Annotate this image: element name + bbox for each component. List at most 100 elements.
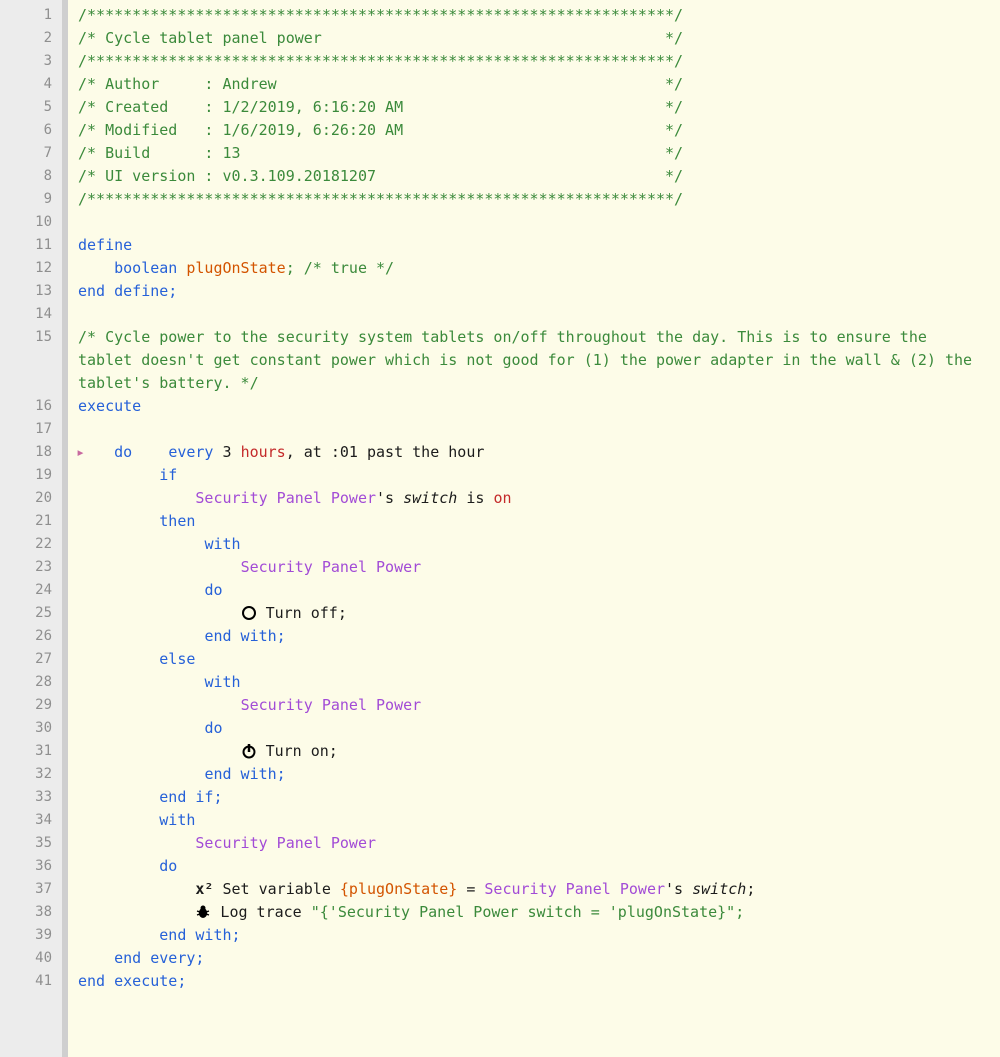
keyword-do: do: [204, 719, 222, 737]
keyword-is: is: [457, 489, 493, 507]
line-number: 37: [0, 878, 62, 901]
line-number: 7: [0, 142, 62, 165]
line-number: 24: [0, 579, 62, 602]
line-number: 8: [0, 165, 62, 188]
line-number: 27: [0, 648, 62, 671]
line-number: 25: [0, 602, 62, 625]
equals-sign: =: [457, 880, 484, 898]
line-number: 31: [0, 740, 62, 763]
line-number: 3: [0, 50, 62, 73]
keyword-end-if: end if;: [159, 788, 222, 806]
action-turn-on: Turn on;: [257, 742, 338, 760]
line-number: 9: [0, 188, 62, 211]
keyword-end-with: end with;: [204, 627, 285, 645]
keyword-if: if: [159, 466, 177, 484]
line-number: 23: [0, 556, 62, 579]
comment-line: /***************************************…: [78, 6, 683, 24]
semicolon: ;: [746, 880, 755, 898]
code-area[interactable]: /***************************************…: [68, 0, 1000, 1057]
line-number: 32: [0, 763, 62, 786]
inline-comment: ; /* true */: [286, 259, 394, 277]
line-number: 10: [0, 211, 62, 234]
line-number: 17: [0, 418, 62, 441]
line-number-gutter: 1 2 3 4 5 6 7 8 9 10 11 12 13 14 15 16 1…: [0, 0, 62, 1057]
keyword-end-every: end every;: [114, 949, 204, 967]
keyword-end-define: end define;: [78, 282, 177, 300]
device-name: Security Panel Power: [241, 696, 422, 714]
keyword-with: with: [159, 811, 195, 829]
attribute-switch: switch: [403, 489, 457, 507]
line-number: 39: [0, 924, 62, 947]
action-turn-off: Turn off;: [257, 604, 347, 622]
posessive: 's: [376, 489, 403, 507]
line-number: 30: [0, 717, 62, 740]
log-string: "{'Security Panel Power switch = 'plugOn…: [311, 903, 744, 921]
every-suffix: , at :01 past the hour: [286, 443, 485, 461]
power-on-icon: [241, 743, 257, 759]
line-number: 38: [0, 901, 62, 924]
set-variable-icon: x²: [195, 880, 213, 898]
line-number: 1: [0, 4, 62, 27]
keyword-every: every: [168, 443, 213, 461]
bug-icon: [195, 904, 211, 920]
keyword-else: else: [159, 650, 195, 668]
line-number: 12: [0, 257, 62, 280]
comment-line: /* Cycle tablet panel power */: [78, 29, 683, 47]
keyword-then: then: [159, 512, 195, 530]
line-number: 41: [0, 970, 62, 993]
line-number: 14: [0, 303, 62, 326]
keyword-end-with: end with;: [159, 926, 240, 944]
line-number: 22: [0, 533, 62, 556]
line-number: 11: [0, 234, 62, 257]
line-number: 16: [0, 395, 62, 418]
keyword-end-execute: end execute;: [78, 972, 186, 990]
bookmark-icon[interactable]: ▸: [76, 441, 85, 464]
state-on: on: [493, 489, 511, 507]
line-number: 34: [0, 809, 62, 832]
line-number: 13: [0, 280, 62, 303]
keyword-do: do: [204, 581, 222, 599]
comment-line: /* Modified : 1/6/2019, 6:26:20 AM */: [78, 121, 683, 139]
posessive: 's: [665, 880, 692, 898]
line-number: 33: [0, 786, 62, 809]
device-name: Security Panel Power: [195, 489, 376, 507]
code-editor: 1 2 3 4 5 6 7 8 9 10 11 12 13 14 15 16 1…: [0, 0, 1000, 1057]
block-comment: /* Cycle power to the security system ta…: [78, 326, 978, 395]
unit-hours: hours: [241, 443, 286, 461]
keyword-with: with: [204, 535, 240, 553]
keyword-boolean: boolean: [114, 259, 177, 277]
action-set-variable: Set variable: [213, 880, 339, 898]
variable-braced: {plugOnState}: [340, 880, 457, 898]
keyword-define: define: [78, 236, 132, 254]
literal-number: 3: [223, 443, 232, 461]
keyword-with: with: [204, 673, 240, 691]
line-number: 6: [0, 119, 62, 142]
line-number: 19: [0, 464, 62, 487]
keyword-do: do: [159, 857, 177, 875]
line-number: 26: [0, 625, 62, 648]
comment-line: /* Author : Andrew */: [78, 75, 683, 93]
comment-line: /* Created : 1/2/2019, 6:16:20 AM */: [78, 98, 683, 116]
line-number: 36: [0, 855, 62, 878]
keyword-end-with: end with;: [204, 765, 285, 783]
device-name: Security Panel Power: [484, 880, 665, 898]
line-number: 4: [0, 73, 62, 96]
line-number: 2: [0, 27, 62, 50]
line-number: 40: [0, 947, 62, 970]
line-number: 15: [0, 326, 62, 395]
line-number: 35: [0, 832, 62, 855]
device-name: Security Panel Power: [195, 834, 376, 852]
variable-name: plugOnState: [186, 259, 285, 277]
action-log-trace: Log trace: [211, 903, 310, 921]
comment-line: /***************************************…: [78, 52, 683, 70]
comment-line: /* Build : 13 */: [78, 144, 683, 162]
line-number: 5: [0, 96, 62, 119]
comment-line: /***************************************…: [78, 190, 683, 208]
line-number: 18: [0, 441, 62, 464]
line-number: 29: [0, 694, 62, 717]
comment-line: /* UI version : v0.3.109.20181207 */: [78, 167, 683, 185]
attribute-switch: switch: [692, 880, 746, 898]
line-number: 21: [0, 510, 62, 533]
line-number: 28: [0, 671, 62, 694]
line-number: 20: [0, 487, 62, 510]
